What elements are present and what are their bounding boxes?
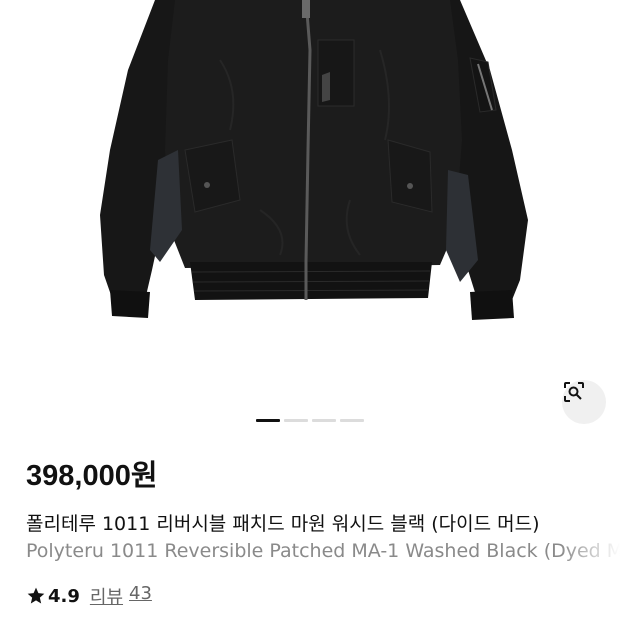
rating-row: 4.9 리뷰 43 <box>26 583 152 609</box>
image-search-button[interactable] <box>562 380 606 424</box>
product-title-english-text: Polyteru 1011 Reversible Patched MA-1 Wa… <box>26 540 620 562</box>
review-count: 43 <box>129 583 152 604</box>
jacket-illustration <box>100 0 528 320</box>
star-icon <box>27 587 45 604</box>
carousel-dot-1[interactable] <box>256 419 280 422</box>
carousel-dot-3[interactable] <box>312 419 336 422</box>
text-fade-overlay <box>560 540 620 562</box>
review-label: 리뷰 <box>89 587 124 608</box>
product-price: 398,000원 <box>26 460 158 492</box>
carousel-indicator <box>256 419 364 422</box>
product-title-english: Polyteru 1011 Reversible Patched MA-1 Wa… <box>26 540 620 562</box>
product-image[interactable] <box>0 0 620 440</box>
product-title-korean: 폴리테루 1011 리버시블 패치드 마원 워시드 블랙 (다이드 머드) <box>26 513 540 535</box>
review-link[interactable]: 리뷰 43 <box>90 583 152 609</box>
carousel-dot-2[interactable] <box>284 419 308 422</box>
product-detail-page: 398,000원 폴리테루 1011 리버시블 패치드 마원 워시드 블랙 (다… <box>0 0 620 620</box>
carousel-dot-4[interactable] <box>340 419 364 422</box>
rating-value: 4.9 <box>48 585 80 607</box>
image-search-icon <box>564 382 584 402</box>
